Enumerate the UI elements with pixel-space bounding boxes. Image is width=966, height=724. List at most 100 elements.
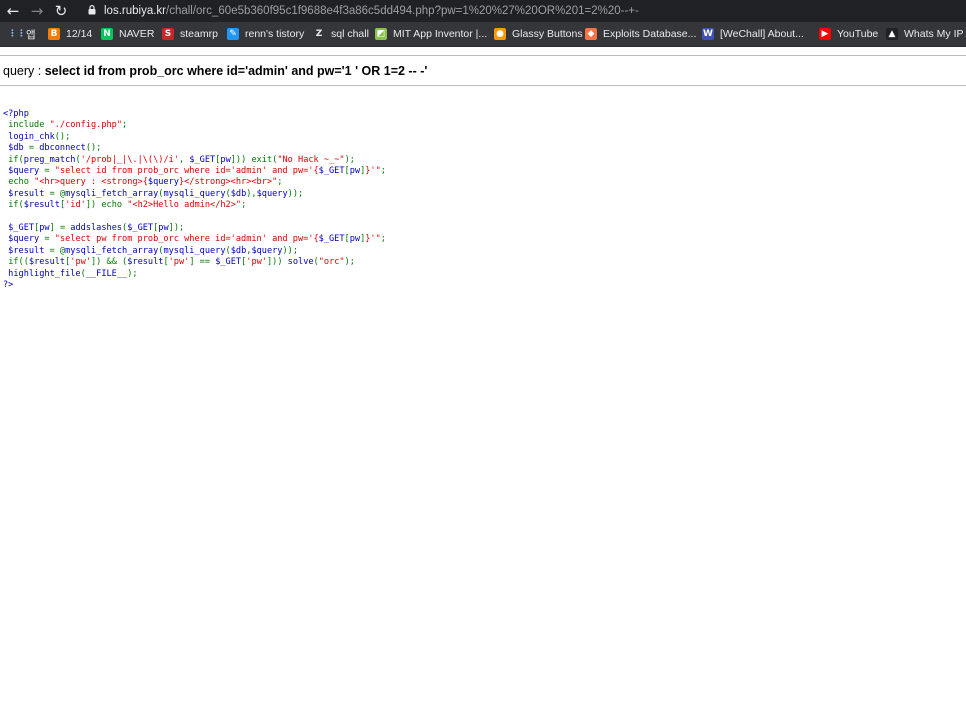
code-token: ; <box>380 166 386 177</box>
code-token: 'pw' <box>246 257 267 268</box>
code-token: <?php <box>3 109 29 119</box>
code-token: echo <box>8 177 35 188</box>
code-line: $result = @mysqli_fetch_array(mysqli_que… <box>3 246 298 256</box>
code-line: if(preg_match('/prob|_|\.|\(\)/i', $_GET… <box>3 155 355 165</box>
bookmark-label: Glassy Buttons <box>512 28 583 40</box>
query-label: query : <box>3 64 45 78</box>
code-token: )); <box>287 188 304 199</box>
code-token: $_GET <box>189 154 216 165</box>
forward-arrow-icon[interactable]: → <box>28 2 46 20</box>
code-token: if( <box>8 154 24 165</box>
code-line: if($result['id']) echo "<h2>Hello admin<… <box>3 200 246 210</box>
bookmark-item[interactable]: ▲ Whats My IP A <box>886 22 966 46</box>
code-token: $result <box>3 245 50 256</box>
code-token: ; <box>241 200 247 211</box>
code-token: $_GET <box>127 223 154 234</box>
app-inventor-icon: ◩ <box>375 28 387 40</box>
bookmark-item[interactable]: ◆ Exploits Database... <box>585 22 696 46</box>
code-token: ]) && ( <box>91 257 128 268</box>
bookmark-item[interactable]: ◩ MIT App Inventor |... <box>375 22 487 46</box>
bookmark-item[interactable]: B 12/14 <box>48 22 92 46</box>
code-token: login_chk <box>3 131 55 142</box>
bookmark-item[interactable]: ● Glassy Buttons <box>494 22 583 46</box>
glassy-buttons-icon: ● <box>494 28 506 40</box>
code-token: ; <box>277 177 283 188</box>
bookmark-label: [WeChall] About... <box>720 28 804 40</box>
code-token: }'" <box>365 166 381 177</box>
code-line: $db = dbconnect(); <box>3 143 101 153</box>
code-token: ] == <box>189 257 216 268</box>
code-token: if(( <box>8 257 29 268</box>
code-token: $result <box>127 257 164 268</box>
bookmark-label: renn's tistory <box>245 28 305 40</box>
code-token: $_GET <box>318 234 345 245</box>
code-token: }'" <box>365 234 381 245</box>
code-token: "<hr>query : <strong>{ <box>34 177 148 188</box>
code-line: ?> <box>3 280 13 290</box>
code-token: )); <box>282 245 299 256</box>
back-arrow-icon[interactable]: ← <box>4 2 22 20</box>
reload-icon[interactable]: ↻ <box>52 2 70 20</box>
code-token: "select pw from prob_orc where id='admin… <box>54 234 319 245</box>
code-line: $result = @mysqli_fetch_array(mysqli_que… <box>3 189 303 199</box>
wechall-icon: W <box>702 28 714 40</box>
code-line: include "./config.php"; <box>3 120 127 130</box>
bookmark-label: 12/14 <box>66 28 93 40</box>
code-token: $db <box>3 143 29 154</box>
code-token: (); <box>85 143 102 154</box>
code-token: = <box>44 234 55 245</box>
code-token: $result <box>3 188 50 199</box>
code-token: ); <box>344 257 355 268</box>
code-token: = <box>28 143 40 154</box>
code-token: preg_match <box>23 154 76 165</box>
code-token: __FILE__ <box>85 268 128 279</box>
code-token: '/prob|_|\.|\(\)/i' <box>80 154 179 165</box>
bookmark-item[interactable]: N NAVER <box>101 22 154 46</box>
code-token: $result <box>28 257 66 268</box>
bookmark-item[interactable]: ▶ YouTube <box>819 22 878 46</box>
code-token: $db <box>230 245 247 256</box>
bookmark-item[interactable]: ✎ renn's tistory <box>227 22 304 46</box>
address-bar[interactable]: los.rubiya.kr/chall/orc_60e5b360f95c1f96… <box>104 3 639 19</box>
bookmark-label: NAVER <box>119 28 155 40</box>
bookmark-item[interactable]: W [WeChall] About... <box>702 22 804 46</box>
youtube-icon: ▶ <box>819 28 831 40</box>
code-token: (); <box>54 131 71 142</box>
code-token: highlight_file <box>3 268 81 279</box>
code-line: highlight_file(__FILE__); <box>3 268 137 279</box>
bookmark-item[interactable]: Zsql chall <box>313 22 369 46</box>
code-token: ]) echo <box>85 200 128 211</box>
url-host: los.rubiya.kr <box>104 5 166 17</box>
z-icon: Z <box>315 29 323 39</box>
code-token: dbconnect <box>39 143 86 154</box>
url-path: /chall/orc_60e5b360f95c1f9688e4f3a86c5dd… <box>166 5 639 17</box>
code-token: ])) <box>266 257 288 268</box>
code-token: ]); <box>168 223 185 234</box>
code-token: = @ <box>49 188 66 199</box>
code-token: solve <box>287 257 314 268</box>
query-output: query : select id from prob_orc where id… <box>3 64 427 78</box>
code-token: pw <box>349 234 361 245</box>
code-token: }</strong><hr><br>" <box>178 177 278 188</box>
lock-icon[interactable] <box>88 5 96 15</box>
code-token: $_GET <box>215 257 242 268</box>
code-token: pw <box>349 166 361 177</box>
php-source-code: <?php include "./config.php"; login_chk(… <box>3 109 386 292</box>
code-line: login_chk(); <box>3 132 70 142</box>
divider-top <box>0 55 966 56</box>
code-line: $_GET[pw] = addslashes($_GET[pw]); <box>3 223 184 233</box>
code-token: ; <box>380 234 386 245</box>
code-token: "orc" <box>318 257 345 268</box>
bookmark-item[interactable]: ⋮⋮ 앱 <box>8 22 36 46</box>
code-token: mysqli_fetch_array <box>65 245 159 256</box>
code-token: "<h2>Hello admin</h2>" <box>127 200 242 211</box>
code-token: pw <box>158 223 169 234</box>
apps-grid-icon: ⋮⋮ <box>8 29 26 39</box>
exploit-db-icon: ◆ <box>585 28 597 40</box>
code-token: $_GET <box>318 166 345 177</box>
bookmark-item[interactable]: Ssteamrp <box>162 22 218 46</box>
code-token: 'id' <box>65 200 86 211</box>
code-token: $query <box>3 166 45 177</box>
code-token: ])) exit( <box>230 154 278 165</box>
